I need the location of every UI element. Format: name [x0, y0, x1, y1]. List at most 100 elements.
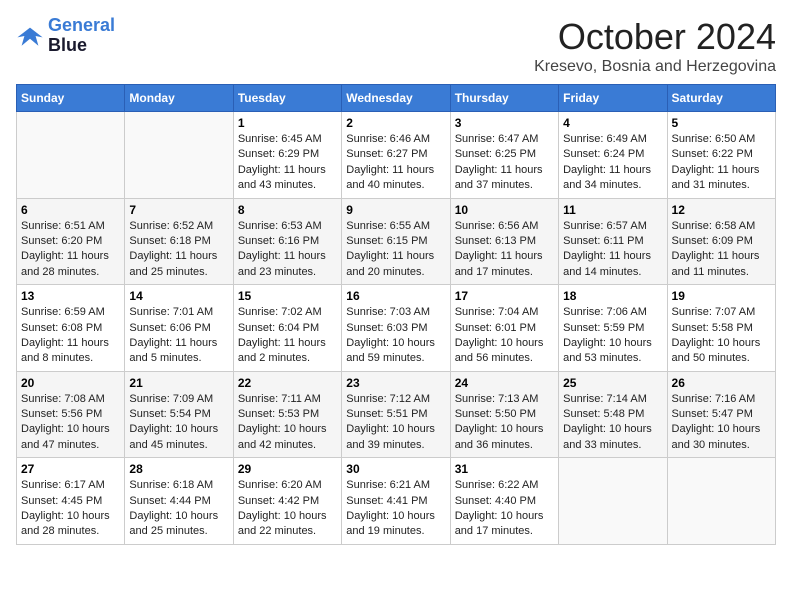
calendar-cell: 20Sunrise: 7:08 AMSunset: 5:56 PMDayligh…	[17, 371, 125, 458]
day-info-line: Sunset: 6:15 PM	[346, 234, 445, 249]
day-info-line: Daylight: 11 hours and 17 minutes.	[455, 249, 554, 280]
day-number: 14	[129, 289, 228, 303]
day-info-line: Daylight: 10 hours and 56 minutes.	[455, 336, 554, 367]
day-info-line: Daylight: 10 hours and 30 minutes.	[672, 422, 771, 453]
day-info-line: Daylight: 11 hours and 5 minutes.	[129, 336, 228, 367]
day-info-line: Sunrise: 6:17 AM	[21, 478, 120, 493]
calendar-cell: 4Sunrise: 6:49 AMSunset: 6:24 PMDaylight…	[559, 112, 667, 199]
day-info-line: Sunset: 4:41 PM	[346, 494, 445, 509]
day-info-line: Daylight: 11 hours and 20 minutes.	[346, 249, 445, 280]
day-number: 10	[455, 203, 554, 217]
day-info-line: Sunrise: 7:08 AM	[21, 392, 120, 407]
day-info-line: Sunrise: 6:51 AM	[21, 219, 120, 234]
day-info-line: Sunrise: 6:45 AM	[238, 132, 337, 147]
day-info-line: Sunset: 4:40 PM	[455, 494, 554, 509]
day-info-line: Daylight: 11 hours and 11 minutes.	[672, 249, 771, 280]
day-info-line: Daylight: 11 hours and 31 minutes.	[672, 163, 771, 194]
day-number: 15	[238, 289, 337, 303]
calendar-cell: 18Sunrise: 7:06 AMSunset: 5:59 PMDayligh…	[559, 285, 667, 372]
header-cell-sunday: Sunday	[17, 85, 125, 112]
day-info-line: Sunset: 6:22 PM	[672, 147, 771, 162]
day-number: 4	[563, 116, 662, 130]
header-cell-monday: Monday	[125, 85, 233, 112]
header-cell-thursday: Thursday	[450, 85, 558, 112]
day-number: 21	[129, 376, 228, 390]
day-info-line: Sunset: 6:16 PM	[238, 234, 337, 249]
day-number: 13	[21, 289, 120, 303]
day-info-line: Sunrise: 6:53 AM	[238, 219, 337, 234]
calendar-cell	[17, 112, 125, 199]
day-info-line: Daylight: 10 hours and 45 minutes.	[129, 422, 228, 453]
day-info-line: Daylight: 10 hours and 19 minutes.	[346, 509, 445, 540]
day-info-line: Daylight: 11 hours and 8 minutes.	[21, 336, 120, 367]
day-number: 8	[238, 203, 337, 217]
day-info-line: Sunrise: 6:57 AM	[563, 219, 662, 234]
month-title: October 2024	[534, 16, 776, 58]
calendar-cell: 26Sunrise: 7:16 AMSunset: 5:47 PMDayligh…	[667, 371, 775, 458]
calendar-cell: 22Sunrise: 7:11 AMSunset: 5:53 PMDayligh…	[233, 371, 341, 458]
day-info-line: Sunrise: 7:11 AM	[238, 392, 337, 407]
day-info-line: Sunrise: 7:06 AM	[563, 305, 662, 320]
day-info-line: Sunset: 6:18 PM	[129, 234, 228, 249]
day-info-line: Daylight: 10 hours and 36 minutes.	[455, 422, 554, 453]
calendar-table: SundayMondayTuesdayWednesdayThursdayFrid…	[16, 84, 776, 545]
day-number: 9	[346, 203, 445, 217]
calendar-cell: 16Sunrise: 7:03 AMSunset: 6:03 PMDayligh…	[342, 285, 450, 372]
day-number: 27	[21, 462, 120, 476]
day-number: 18	[563, 289, 662, 303]
day-info-line: Daylight: 10 hours and 50 minutes.	[672, 336, 771, 367]
day-info-line: Sunrise: 7:03 AM	[346, 305, 445, 320]
day-info-line: Daylight: 10 hours and 28 minutes.	[21, 509, 120, 540]
logo-text: General Blue	[48, 16, 115, 56]
day-info-line: Daylight: 11 hours and 28 minutes.	[21, 249, 120, 280]
day-info-line: Sunset: 6:09 PM	[672, 234, 771, 249]
calendar-cell: 23Sunrise: 7:12 AMSunset: 5:51 PMDayligh…	[342, 371, 450, 458]
day-info-line: Daylight: 10 hours and 47 minutes.	[21, 422, 120, 453]
day-info-line: Daylight: 10 hours and 59 minutes.	[346, 336, 445, 367]
calendar-cell: 3Sunrise: 6:47 AMSunset: 6:25 PMDaylight…	[450, 112, 558, 199]
logo-icon	[16, 22, 44, 50]
day-number: 26	[672, 376, 771, 390]
day-number: 31	[455, 462, 554, 476]
day-info-line: Sunset: 5:51 PM	[346, 407, 445, 422]
day-info-line: Sunrise: 6:50 AM	[672, 132, 771, 147]
calendar-cell: 27Sunrise: 6:17 AMSunset: 4:45 PMDayligh…	[17, 458, 125, 545]
day-info-line: Sunset: 6:29 PM	[238, 147, 337, 162]
day-number: 11	[563, 203, 662, 217]
calendar-week-row: 1 Sunrise: 6:45 AMSunset: 6:29 PM Daylight…	[17, 112, 776, 199]
day-number: 22	[238, 376, 337, 390]
day-info-line: Sunset: 6:24 PM	[563, 147, 662, 162]
day-number: 1	[238, 116, 337, 130]
calendar-cell: 14Sunrise: 7:01 AMSunset: 6:06 PMDayligh…	[125, 285, 233, 372]
calendar-cell: 7Sunrise: 6:52 AMSunset: 6:18 PMDaylight…	[125, 198, 233, 285]
calendar-cell: 11Sunrise: 6:57 AMSunset: 6:11 PMDayligh…	[559, 198, 667, 285]
day-info-line: Sunset: 6:13 PM	[455, 234, 554, 249]
calendar-cell: 1Sunrise: 6:45 AMSunset: 6:29 PMDaylight…	[233, 112, 341, 199]
day-info-line: Daylight: 10 hours and 42 minutes.	[238, 422, 337, 453]
calendar-cell: 5Sunrise: 6:50 AMSunset: 6:22 PMDaylight…	[667, 112, 775, 199]
header-cell-wednesday: Wednesday	[342, 85, 450, 112]
day-info-line: Daylight: 11 hours and 25 minutes.	[129, 249, 228, 280]
day-info-line: Sunset: 6:01 PM	[455, 321, 554, 336]
calendar-week-row: 20Sunrise: 7:08 AMSunset: 5:56 PMDayligh…	[17, 371, 776, 458]
day-info-line: Sunrise: 7:16 AM	[672, 392, 771, 407]
calendar-cell: 9Sunrise: 6:55 AMSunset: 6:15 PMDaylight…	[342, 198, 450, 285]
day-info-line: Sunset: 6:06 PM	[129, 321, 228, 336]
calendar-cell	[667, 458, 775, 545]
calendar-cell: 25Sunrise: 7:14 AMSunset: 5:48 PMDayligh…	[559, 371, 667, 458]
day-info-line: Daylight: 10 hours and 39 minutes.	[346, 422, 445, 453]
calendar-header: SundayMondayTuesdayWednesdayThursdayFrid…	[17, 85, 776, 112]
day-number: 25	[563, 376, 662, 390]
day-info-line: Sunrise: 6:46 AM	[346, 132, 445, 147]
day-info-line: Sunrise: 6:20 AM	[238, 478, 337, 493]
day-info-line: Sunset: 6:11 PM	[563, 234, 662, 249]
day-number: 23	[346, 376, 445, 390]
calendar-cell: 10Sunrise: 6:56 AMSunset: 6:13 PMDayligh…	[450, 198, 558, 285]
calendar-cell: 19Sunrise: 7:07 AMSunset: 5:58 PMDayligh…	[667, 285, 775, 372]
calendar-cell: 2Sunrise: 6:46 AMSunset: 6:27 PMDaylight…	[342, 112, 450, 199]
calendar-week-row: 27Sunrise: 6:17 AMSunset: 4:45 PMDayligh…	[17, 458, 776, 545]
day-info-line: Sunrise: 6:47 AM	[455, 132, 554, 147]
calendar-week-row: 13Sunrise: 6:59 AMSunset: 6:08 PMDayligh…	[17, 285, 776, 372]
location: Kresevo, Bosnia and Herzegovina	[534, 58, 776, 76]
logo: General Blue	[16, 16, 115, 56]
